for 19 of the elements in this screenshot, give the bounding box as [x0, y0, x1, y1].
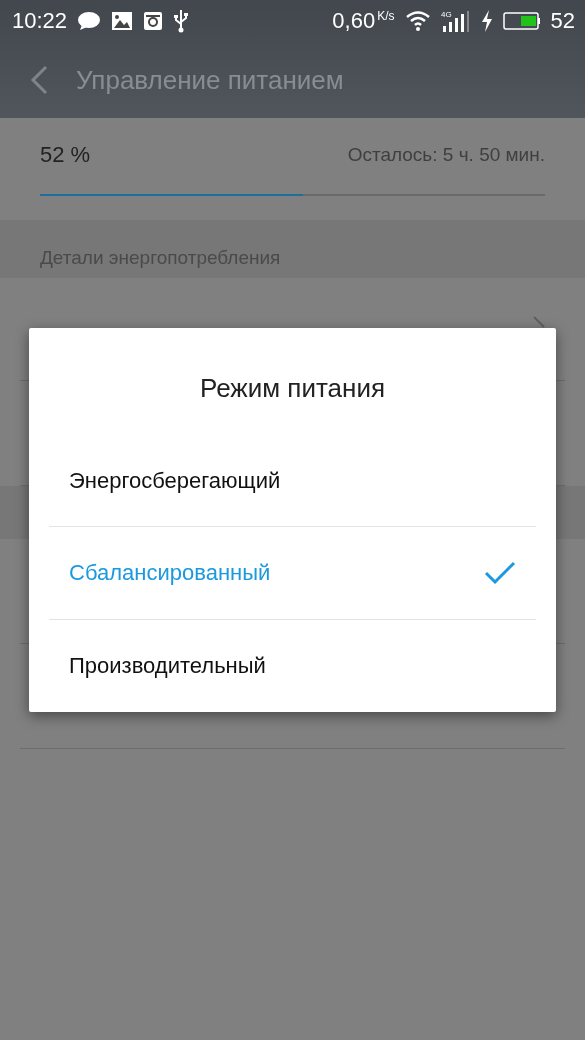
status-time: 10:22	[12, 8, 68, 34]
battery-icon	[502, 11, 541, 31]
mode-option[interactable]: Производительный	[49, 620, 536, 712]
wifi-icon	[404, 10, 431, 32]
battery-level-text: 52 %	[40, 142, 91, 168]
usb-icon	[173, 9, 190, 33]
image-icon	[111, 11, 134, 31]
time-remaining: Осталось: 5 ч. 50 мин.	[347, 144, 545, 166]
camera-icon	[143, 11, 164, 31]
page-title: Управление питанием	[76, 64, 344, 96]
dialog-title: Режим питания	[199, 371, 386, 405]
network-speed: 0,60$^{K/s}$	[332, 8, 395, 34]
battery-percent: 52	[550, 8, 575, 34]
back-icon[interactable]	[30, 65, 48, 95]
mode-option[interactable]: Энергосберегающий	[49, 434, 536, 528]
charging-icon	[480, 10, 493, 32]
chat-icon	[77, 11, 102, 31]
chevron-icon	[533, 316, 545, 328]
check-icon	[484, 561, 516, 586]
